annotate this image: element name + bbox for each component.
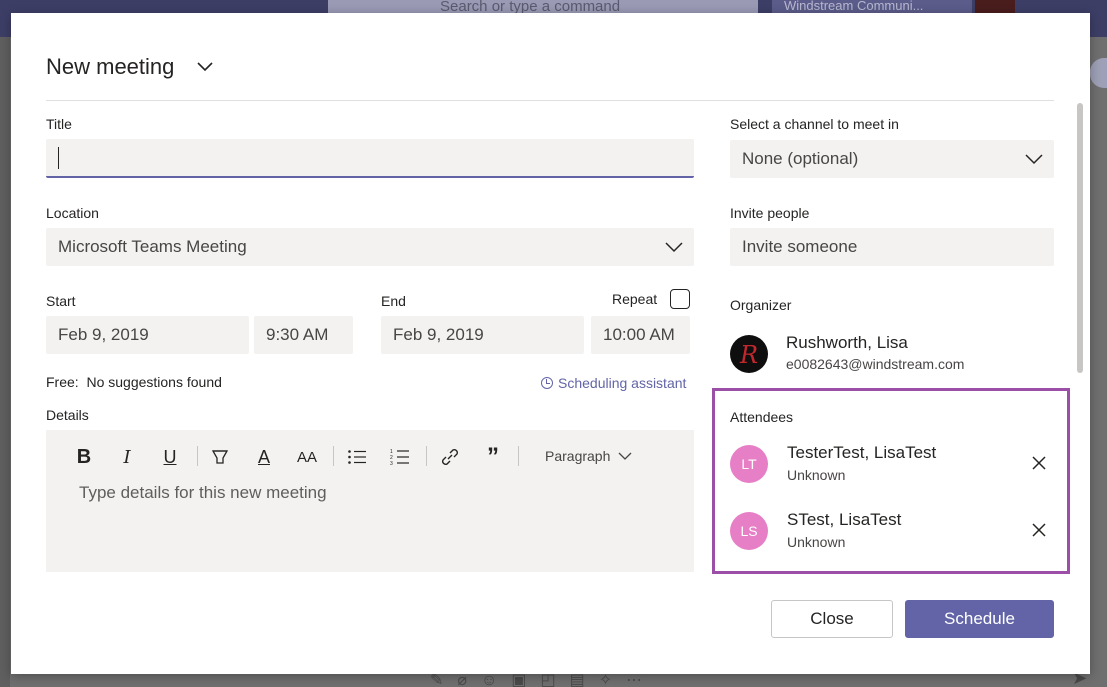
chevron-down-icon[interactable] xyxy=(195,60,215,74)
invite-label: Invite people xyxy=(730,205,810,221)
title-label: Title xyxy=(46,116,72,132)
toolbar-separator xyxy=(197,446,198,466)
underline-icon[interactable]: U xyxy=(157,444,183,470)
font-size-icon[interactable]: AA xyxy=(294,444,320,470)
channel-value: None (optional) xyxy=(742,149,859,168)
chevron-down-icon xyxy=(1025,154,1043,165)
side-panel-icon[interactable] xyxy=(1090,58,1107,88)
highlight-icon[interactable] xyxy=(207,444,233,470)
format-icon[interactable]: ✎ xyxy=(430,672,457,687)
chevron-down-icon xyxy=(665,242,683,253)
repeat-label: Repeat xyxy=(612,291,658,307)
header-divider xyxy=(46,100,1054,101)
location-value: Microsoft Teams Meeting xyxy=(58,237,247,256)
close-button[interactable]: Close xyxy=(771,600,893,638)
organizer-name: Rushworth, Lisa xyxy=(786,333,908,352)
start-time-value: 9:30 AM xyxy=(266,325,329,344)
free-text: No suggestions found xyxy=(86,374,222,390)
sticker-icon[interactable]: ◰ xyxy=(541,672,570,687)
bold-icon[interactable]: B xyxy=(71,444,97,470)
quote-icon[interactable]: ” xyxy=(480,443,506,470)
start-date-value: Feb 9, 2019 xyxy=(58,325,149,344)
paragraph-label: Paragraph xyxy=(545,448,611,464)
paragraph-dropdown[interactable]: Paragraph xyxy=(545,448,632,464)
clock-icon xyxy=(541,377,553,389)
location-label: Location xyxy=(46,205,99,221)
org-switcher[interactable]: Windstream Communi... xyxy=(772,0,972,14)
attendee-status: Unknown xyxy=(787,534,846,550)
attach-icon[interactable]: ⌀ xyxy=(457,672,481,687)
title-input[interactable] xyxy=(46,139,694,178)
channel-label: Select a channel to meet in xyxy=(730,116,899,132)
svg-text:3: 3 xyxy=(390,461,393,466)
user-avatar[interactable] xyxy=(975,0,1015,14)
dialog-title: New meeting xyxy=(46,54,175,79)
close-icon[interactable] xyxy=(1030,454,1048,472)
organizer-label: Organizer xyxy=(730,297,792,313)
search-bar[interactable]: Search or type a command xyxy=(328,0,758,14)
organizer-avatar: R xyxy=(730,335,768,373)
invite-placeholder: Invite someone xyxy=(742,237,858,256)
organizer-email: e0082643@windstream.com xyxy=(786,356,965,372)
text-caret xyxy=(58,147,59,169)
invite-people-input[interactable]: Invite someone xyxy=(730,228,1054,266)
attendee-name: TesterTest, LisaTest xyxy=(787,443,937,462)
attendees-label: Attendees xyxy=(730,409,794,425)
end-label: End xyxy=(381,293,406,309)
end-date-value: Feb 9, 2019 xyxy=(393,325,484,344)
toolbar-separator xyxy=(333,446,334,466)
new-meeting-dialog: New meeting Title Location Microsoft Tea… xyxy=(11,13,1090,674)
praise-icon[interactable]: ✧ xyxy=(599,672,626,687)
free-prefix: Free: xyxy=(46,374,79,390)
schedule-button[interactable]: Schedule xyxy=(905,600,1054,638)
link-icon[interactable] xyxy=(437,444,463,470)
channel-dropdown[interactable]: None (optional) xyxy=(730,140,1054,178)
meet-icon[interactable]: ▤ xyxy=(570,672,599,687)
app-left-rail xyxy=(0,37,10,687)
repeat-checkbox[interactable] xyxy=(670,289,690,309)
start-date-picker[interactable]: Feb 9, 2019 xyxy=(46,316,249,354)
attendees-section: Attendees LT TesterTest, LisaTest Unknow… xyxy=(712,388,1070,574)
emoji-icon[interactable]: ☺ xyxy=(481,672,511,687)
italic-icon[interactable]: I xyxy=(114,444,140,470)
more-icon[interactable]: ⋯ xyxy=(626,672,656,687)
availability-status: Free: No suggestions found xyxy=(46,374,222,390)
start-label: Start xyxy=(46,293,76,309)
details-label: Details xyxy=(46,407,89,423)
attendee-avatar: LS xyxy=(730,512,768,550)
bullet-list-icon[interactable] xyxy=(344,444,370,470)
toolbar-separator xyxy=(426,446,427,466)
svg-text:R: R xyxy=(739,341,758,369)
details-placeholder: Type details for this new meeting xyxy=(79,483,327,502)
end-time-picker[interactable]: 10:00 AM xyxy=(591,316,690,354)
font-color-icon[interactable]: A xyxy=(251,444,277,470)
toolbar-separator xyxy=(518,446,519,466)
end-time-value: 10:00 AM xyxy=(603,325,675,344)
scheduling-assistant-label: Scheduling assistant xyxy=(558,375,687,391)
gif-icon[interactable]: ▣ xyxy=(511,672,540,687)
scrollbar[interactable] xyxy=(1077,103,1083,373)
details-editor[interactable]: B I U A AA 123 ” Paragraph Type details … xyxy=(46,430,694,572)
chevron-down-icon xyxy=(618,452,632,460)
close-icon[interactable] xyxy=(1030,521,1048,539)
attendee-name: STest, LisaTest xyxy=(787,510,902,529)
attendee-status: Unknown xyxy=(787,467,846,483)
attendee-avatar: LT xyxy=(730,445,768,483)
location-dropdown[interactable]: Microsoft Teams Meeting xyxy=(46,228,694,266)
scheduling-assistant-link[interactable]: Scheduling assistant xyxy=(541,375,686,391)
start-time-picker[interactable]: 9:30 AM xyxy=(254,316,353,354)
numbered-list-icon[interactable]: 123 xyxy=(387,444,413,470)
end-date-picker[interactable]: Feb 9, 2019 xyxy=(381,316,584,354)
